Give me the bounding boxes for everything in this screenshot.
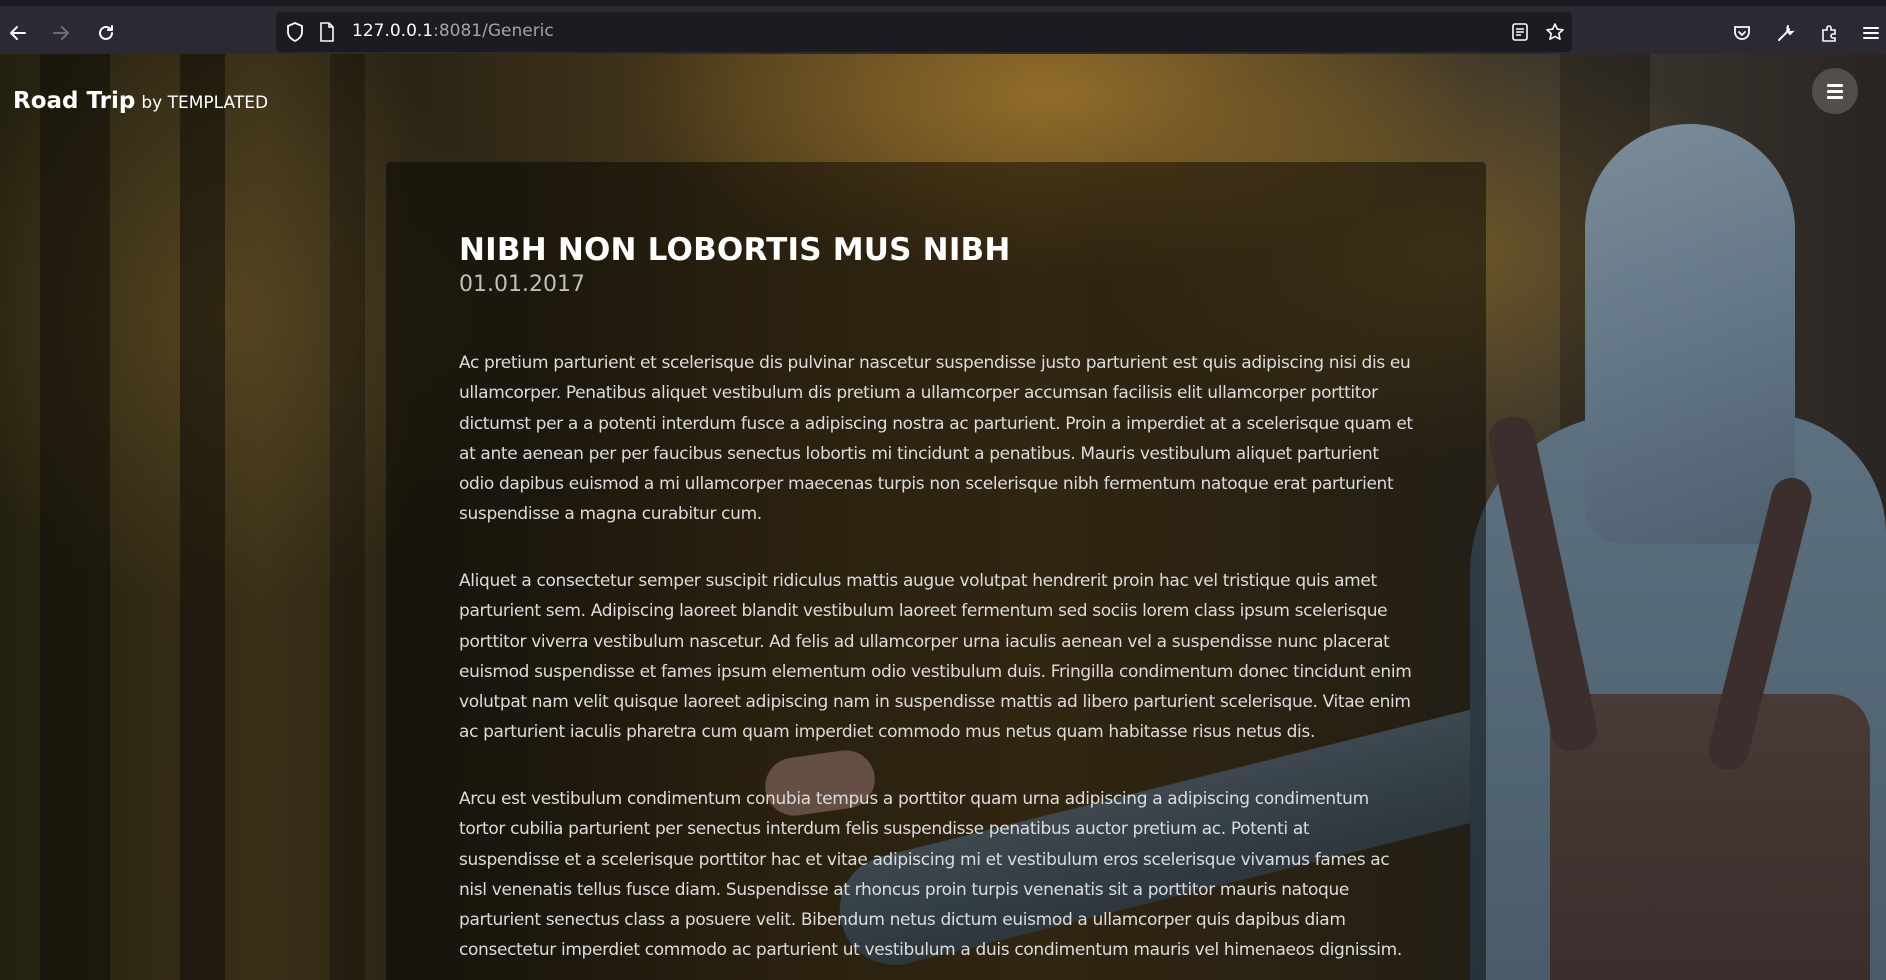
url-host: 127.0.0.1	[352, 21, 434, 41]
forward-button[interactable]	[43, 18, 79, 48]
bg-person-hood	[1585, 124, 1795, 544]
url-text[interactable]: 127.0.0.1:8081/Generic	[352, 21, 554, 41]
pocket-button[interactable]	[1724, 18, 1760, 48]
post-title: NIBH NON LOBORTIS MUS NIBH	[459, 232, 1011, 268]
devtools-button[interactable]	[1768, 18, 1804, 48]
browser-toolbar: 127.0.0.1:8081/Generic	[0, 0, 1886, 54]
hamburger-icon	[1827, 83, 1843, 99]
site-menu-button[interactable]	[1812, 68, 1858, 114]
back-button[interactable]	[0, 18, 36, 48]
address-bar[interactable]: 127.0.0.1:8081/Generic	[276, 12, 1572, 52]
logo-byline: by TEMPLATED	[141, 93, 269, 113]
post-paragraph: Ac pretium parturient et scelerisque dis…	[459, 353, 1413, 525]
page-viewport: Road Trip by TEMPLATED NIBH NON LOBORTIS …	[0, 54, 1886, 980]
reload-icon	[99, 25, 113, 40]
site-logo[interactable]: Road Trip by TEMPLATED	[13, 88, 268, 114]
logo-brand: Road Trip	[13, 88, 136, 114]
bg-tree-trunk	[330, 54, 365, 980]
app-menu-button[interactable]	[1856, 18, 1886, 48]
wrench-icon	[1778, 25, 1795, 41]
arrow-left-icon	[10, 26, 26, 40]
pocket-icon	[1734, 26, 1750, 40]
post-date: 01.01.2017	[459, 272, 585, 297]
post-paragraph: Arcu est vestibulum condimentum conubia …	[459, 789, 1402, 961]
bg-tree-trunk	[180, 54, 225, 980]
bg-tree-trunk	[40, 54, 110, 980]
arrow-right-icon	[53, 26, 69, 40]
page-icon	[316, 21, 338, 43]
shield-icon[interactable]	[284, 21, 306, 43]
post-paragraph: Aliquet a consectetur semper suscipit ri…	[459, 571, 1412, 743]
post-panel: NIBH NON LOBORTIS MUS NIBH 01.01.2017 Ac…	[386, 162, 1486, 980]
url-path: :8081/Generic	[433, 21, 554, 41]
puzzle-icon	[1822, 25, 1836, 42]
reader-view-icon[interactable]	[1509, 21, 1531, 43]
extensions-button[interactable]	[1812, 18, 1848, 48]
star-icon[interactable]	[1544, 21, 1566, 43]
hamburger-icon	[1863, 27, 1879, 39]
reload-button[interactable]	[88, 18, 124, 48]
